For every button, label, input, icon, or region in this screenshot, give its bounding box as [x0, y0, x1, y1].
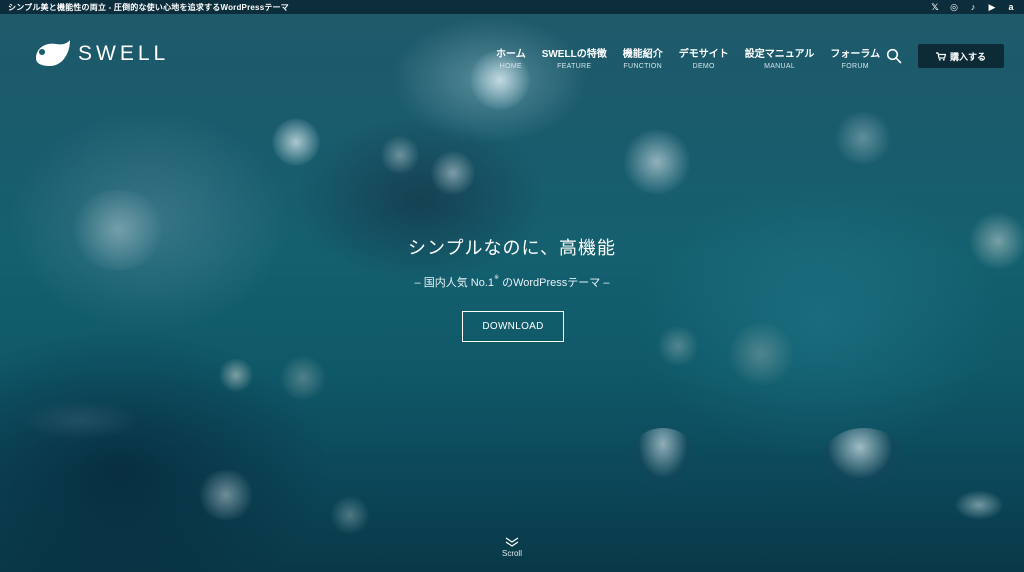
scroll-indicator[interactable]: Scroll	[497, 537, 527, 558]
nav-item-manual[interactable]: 設定マニュアル MANUAL	[737, 45, 823, 70]
bubble-decoration	[622, 130, 692, 194]
x-icon[interactable]: 𝕏	[930, 2, 940, 12]
nav-sublabel: FORUM	[841, 63, 869, 70]
nav-sublabel: FEATURE	[557, 63, 592, 70]
logo-text: SWELL	[78, 42, 170, 65]
bubble-decoration	[272, 118, 320, 166]
bubble-decoration	[822, 428, 906, 492]
nav-label: ホーム	[496, 49, 526, 60]
search-icon[interactable]	[886, 48, 902, 64]
main-nav: ホーム HOME SWELLの特徴 FEATURE 機能紹介 FUNCTION …	[488, 45, 888, 70]
wave-logo-icon	[36, 40, 70, 66]
site-logo[interactable]: SWELL	[32, 38, 169, 70]
instagram-icon[interactable]: ◎	[949, 2, 959, 12]
nav-item-function[interactable]: 機能紹介 FUNCTION	[615, 45, 671, 70]
amazon-icon[interactable]: a	[1006, 2, 1016, 12]
buy-label: 購入する	[949, 51, 986, 62]
nav-sublabel: HOME	[499, 63, 522, 70]
nav-item-forum[interactable]: フォーラム FORUM	[822, 45, 888, 70]
nav-label: SWELLの特徴	[541, 49, 607, 60]
bubble-decoration	[380, 135, 420, 175]
nav-item-home[interactable]: ホーム HOME	[488, 45, 534, 70]
nav-sublabel: DEMO	[692, 63, 715, 70]
download-button[interactable]: DOWNLOAD	[462, 311, 564, 342]
nav-item-feature[interactable]: SWELLの特徴 FEATURE	[534, 45, 615, 70]
nav-sublabel: MANUAL	[764, 63, 796, 70]
hero-title: シンプルなのに、高機能	[408, 238, 616, 258]
bubble-decoration	[430, 150, 476, 196]
nav-item-demo[interactable]: デモサイト DEMO	[671, 45, 737, 70]
tiktok-icon[interactable]: ♪	[968, 2, 978, 12]
bubble-decoration	[954, 490, 1004, 520]
bubble-decoration	[656, 326, 700, 366]
bubble-decoration	[196, 470, 256, 520]
bubble-decoration	[20, 400, 140, 440]
buy-button[interactable]: 購入する	[918, 44, 1004, 68]
hero-subtitle-suffix: のWordPressテーマ –	[499, 277, 610, 289]
nav-label: フォーラム	[830, 49, 881, 60]
bubble-decoration	[330, 495, 370, 535]
bubble-decoration	[726, 322, 796, 386]
site-tagline: シンプル美と機能性の両立 - 圧倒的な使い心地を追求するWordPressテーマ	[8, 2, 289, 12]
youtube-icon[interactable]: ▶	[987, 2, 997, 12]
hero-subtitle-prefix: – 国内人気 No.1	[414, 277, 494, 289]
nav-label: 機能紹介	[622, 49, 663, 60]
bubble-decoration	[832, 112, 894, 164]
bubble-decoration	[218, 358, 254, 392]
site-header: SWELL ホーム HOME SWELLの特徴 FEATURE 機能紹介 FUN…	[0, 14, 1024, 70]
cart-icon	[935, 51, 946, 61]
hero-page: シンプル美と機能性の両立 - 圧倒的な使い心地を追求するWordPressテーマ…	[0, 0, 1024, 572]
double-chevron-down-icon	[505, 537, 519, 547]
bubble-decoration	[278, 356, 328, 400]
nav-label: 設定マニュアル	[744, 49, 815, 60]
scroll-label: Scroll	[501, 549, 522, 558]
nav-sublabel: FUNCTION	[623, 63, 662, 70]
top-bar: シンプル美と機能性の両立 - 圧倒的な使い心地を追求するWordPressテーマ…	[0, 0, 1024, 14]
bubble-decoration	[628, 428, 698, 492]
social-links: 𝕏 ◎ ♪ ▶ a	[930, 2, 1016, 12]
hero-subtitle: – 国内人気 No.1※ のWordPressテーマ –	[0, 274, 1024, 290]
nav-label: デモサイト	[678, 49, 729, 60]
